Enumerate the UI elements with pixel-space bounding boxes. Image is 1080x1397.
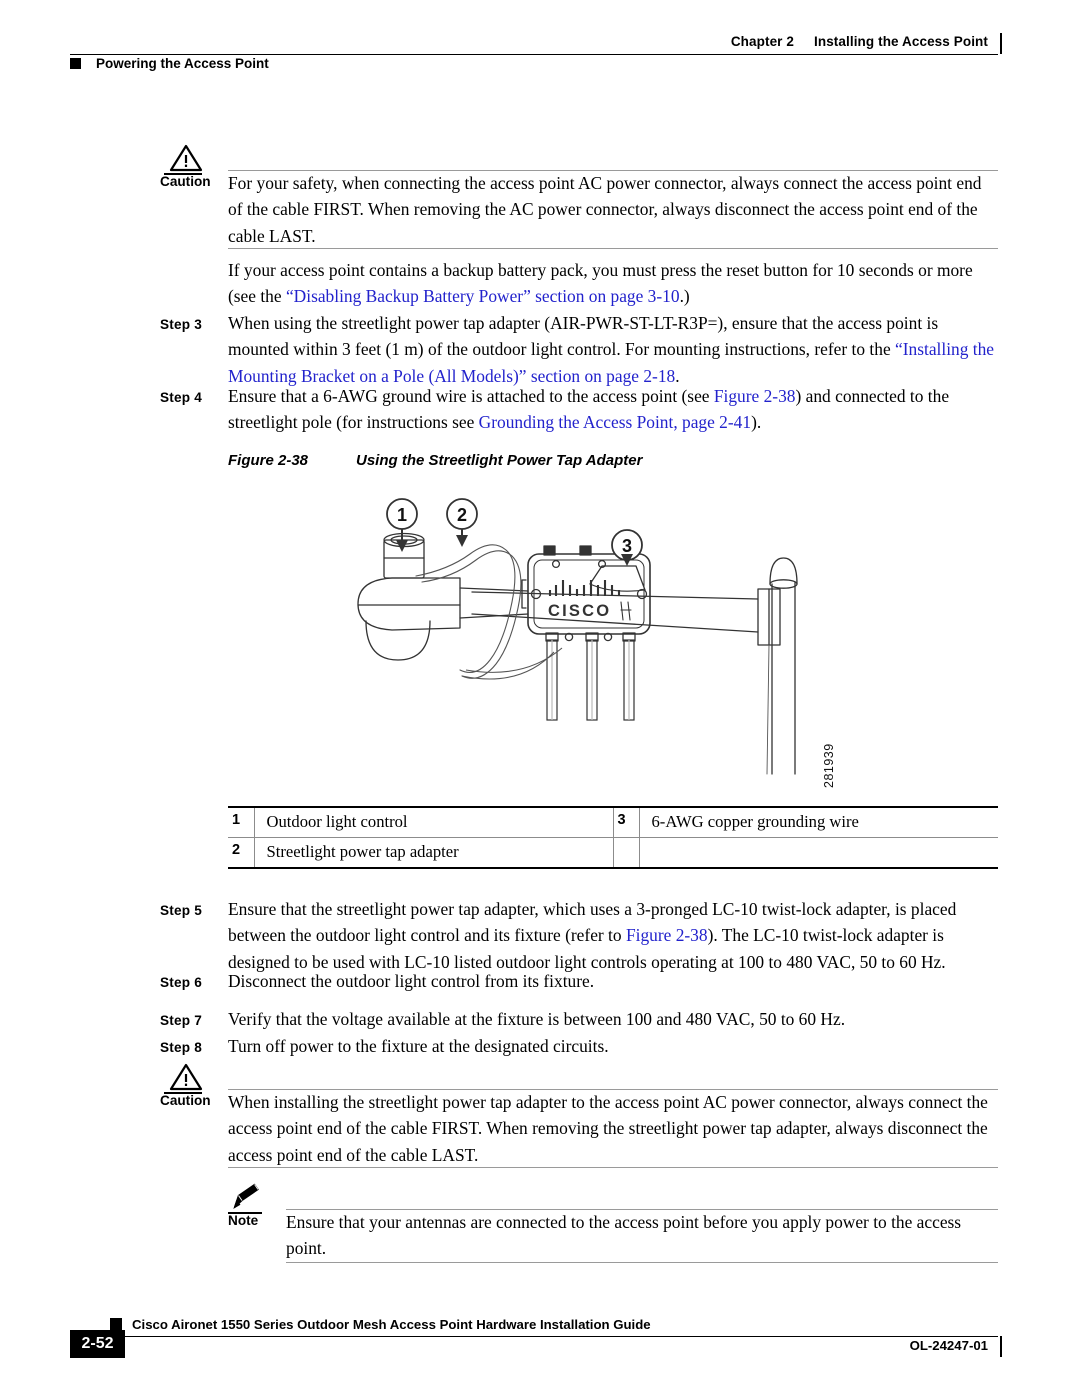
step-text-3: When using the streetlight power tap ada… — [228, 310, 998, 389]
figure-art-id: 281939 — [822, 743, 836, 788]
note-label: Note — [228, 1213, 259, 1228]
header-chapter-info: Chapter 2 Installing the Access Point — [731, 34, 988, 49]
header-section-title: Powering the Access Point — [96, 56, 269, 71]
footer-doc-id: OL-24247-01 — [909, 1338, 988, 1353]
step-label-3: Step 3 — [160, 317, 202, 332]
step-text-4: Ensure that a 6-AWG ground wire is attac… — [228, 383, 998, 436]
step-text-7: Verify that the voltage available at the… — [228, 1009, 846, 1029]
step-label-7: Step 7 — [160, 1013, 202, 1028]
footer-guide-title: Cisco Aironet 1550 Series Outdoor Mesh A… — [132, 1317, 651, 1332]
header-chapter-title: Installing the Access Point — [814, 34, 988, 49]
footer-margin-tick — [1000, 1336, 1002, 1357]
step-label-6: Step 6 — [160, 975, 202, 990]
svg-text:3: 3 — [622, 536, 632, 556]
step-text-8: Turn off power to the fixture at the des… — [228, 1036, 609, 1056]
footer-rule — [110, 1336, 998, 1338]
step-text-6: Disconnect the outdoor light control fro… — [228, 971, 595, 991]
step-label-4: Step 4 — [160, 390, 202, 405]
figure-number: Figure 2-38 — [228, 452, 309, 469]
link-figure-2-38-a[interactable]: Figure 2-38 — [714, 386, 796, 406]
figure-illustration: CISCO 1 2 3 — [340, 492, 860, 792]
streetlight-power-tap-diagram: CISCO 1 2 3 — [357, 498, 798, 775]
link-figure-2-38-b[interactable]: Figure 2-38 — [626, 925, 708, 945]
header-chapter-number: Chapter 2 — [730, 34, 794, 49]
legend-number-1: 1 — [228, 806, 255, 838]
page-header: Chapter 2 Installing the Access Point Pow… — [0, 0, 1080, 86]
legend-number-2: 2 — [228, 837, 255, 869]
svg-text:2: 2 — [457, 505, 467, 525]
warning-triangle-icon — [168, 1062, 208, 1096]
figure-caption: Figure 2-38 Using the Streetlight Power T… — [228, 452, 642, 469]
legend-text-2: Streetlight power tap adapter — [254, 837, 614, 869]
intro-text-2: .) — [679, 286, 690, 307]
caution-label-1: Caution — [160, 174, 211, 189]
cisco-wordmark: CISCO — [548, 602, 611, 620]
legend-number-3: 3 — [612, 806, 640, 838]
header-bullet-square-icon — [70, 58, 81, 69]
legend-number-empty — [612, 837, 640, 869]
note-text: Ensure that your antennas are connected … — [286, 1212, 962, 1259]
step-text-5: Ensure that the streetlight power tap ad… — [228, 896, 998, 975]
step4-text-1: Ensure that a 6-AWG ground wire is attac… — [228, 386, 714, 406]
legend-text-1: Outdoor light control — [254, 806, 614, 838]
link-disabling-backup-battery-power[interactable]: “Disabling Backup Battery Power” section… — [286, 286, 680, 306]
caution-label-2: Caution — [160, 1093, 211, 1108]
svg-text:1: 1 — [397, 505, 407, 525]
callout-2: 2 — [446, 498, 478, 547]
figure-title: Using the Streetlight Power Tap Adapter — [356, 452, 643, 469]
caution-text-1: For your safety, when connecting the acc… — [228, 173, 982, 246]
caution-text-2: When installing the streetlight power ta… — [228, 1092, 988, 1165]
callout-1: 1 — [386, 498, 418, 552]
step-label-5: Step 5 — [160, 903, 202, 918]
step4-text-3: ). — [751, 412, 762, 433]
warning-triangle-icon — [168, 143, 208, 177]
pencil-icon — [230, 1182, 270, 1216]
legend-text-empty — [639, 837, 998, 869]
step-label-8: Step 8 — [160, 1040, 202, 1055]
legend-text-3: 6-AWG copper grounding wire — [639, 806, 998, 838]
step3-text-1: When using the streetlight power tap ada… — [228, 313, 939, 360]
caution-bottom-rule-2 — [228, 1167, 998, 1169]
table-row: 2 Streetlight power tap adapter — [228, 837, 998, 869]
note-bottom-rule — [286, 1262, 998, 1264]
footer-page-number: 2-52 — [70, 1330, 125, 1358]
header-margin-tick — [1000, 33, 1002, 54]
intro-paragraph: If your access point contains a backup b… — [228, 257, 998, 310]
caution-bottom-rule-1 — [228, 248, 998, 250]
link-grounding-access-point[interactable]: Grounding the Access Point, page 2-41 — [479, 412, 751, 432]
table-row: 1 Outdoor light control 3 6-AWG copper g… — [228, 806, 998, 838]
figure-legend-table: 1 Outdoor light control 3 6-AWG copper g… — [228, 806, 998, 869]
